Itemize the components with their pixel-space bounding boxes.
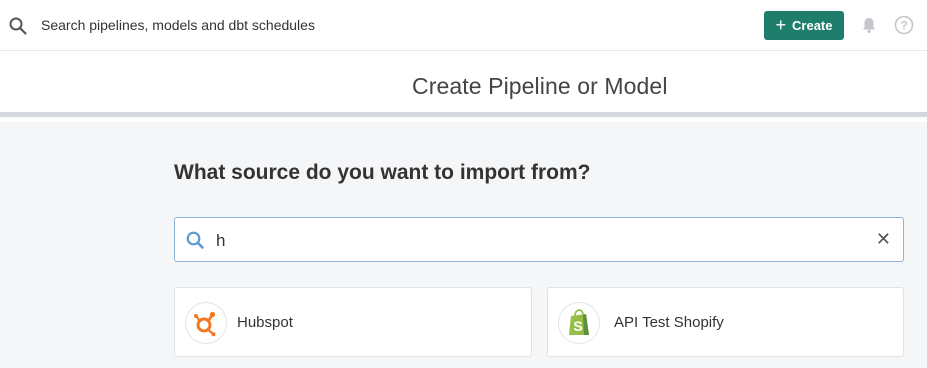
- create-button-label: Create: [792, 18, 833, 33]
- search-icon: [186, 231, 204, 249]
- clear-icon[interactable]: ✕: [876, 229, 891, 250]
- top-navigation-bar: Search pipelines, models and dbt schedul…: [0, 0, 927, 51]
- shopify-logo-icon: S: [558, 302, 600, 344]
- source-search-input[interactable]: h ✕: [174, 217, 904, 262]
- page-title: Create Pipeline or Model: [412, 73, 668, 99]
- source-search-value: h: [216, 231, 226, 250]
- help-icon[interactable]: ?: [894, 15, 914, 35]
- source-card-api-test-shopify[interactable]: S API Test Shopify: [547, 287, 904, 357]
- global-search-input[interactable]: Search pipelines, models and dbt schedul…: [41, 17, 315, 33]
- svg-text:S: S: [573, 318, 582, 334]
- plus-icon: +: [775, 15, 787, 35]
- create-button[interactable]: + Create: [764, 11, 844, 40]
- source-card-label: API Test Shopify: [614, 314, 724, 331]
- svg-text:?: ?: [900, 18, 907, 32]
- source-card-hubspot[interactable]: Hubspot: [174, 287, 532, 357]
- source-question-heading: What source do you want to import from?: [174, 161, 591, 184]
- source-card-label: Hubspot: [237, 314, 293, 331]
- bell-icon[interactable]: [860, 16, 878, 34]
- search-icon[interactable]: [8, 16, 28, 36]
- hubspot-logo-icon: [185, 302, 227, 344]
